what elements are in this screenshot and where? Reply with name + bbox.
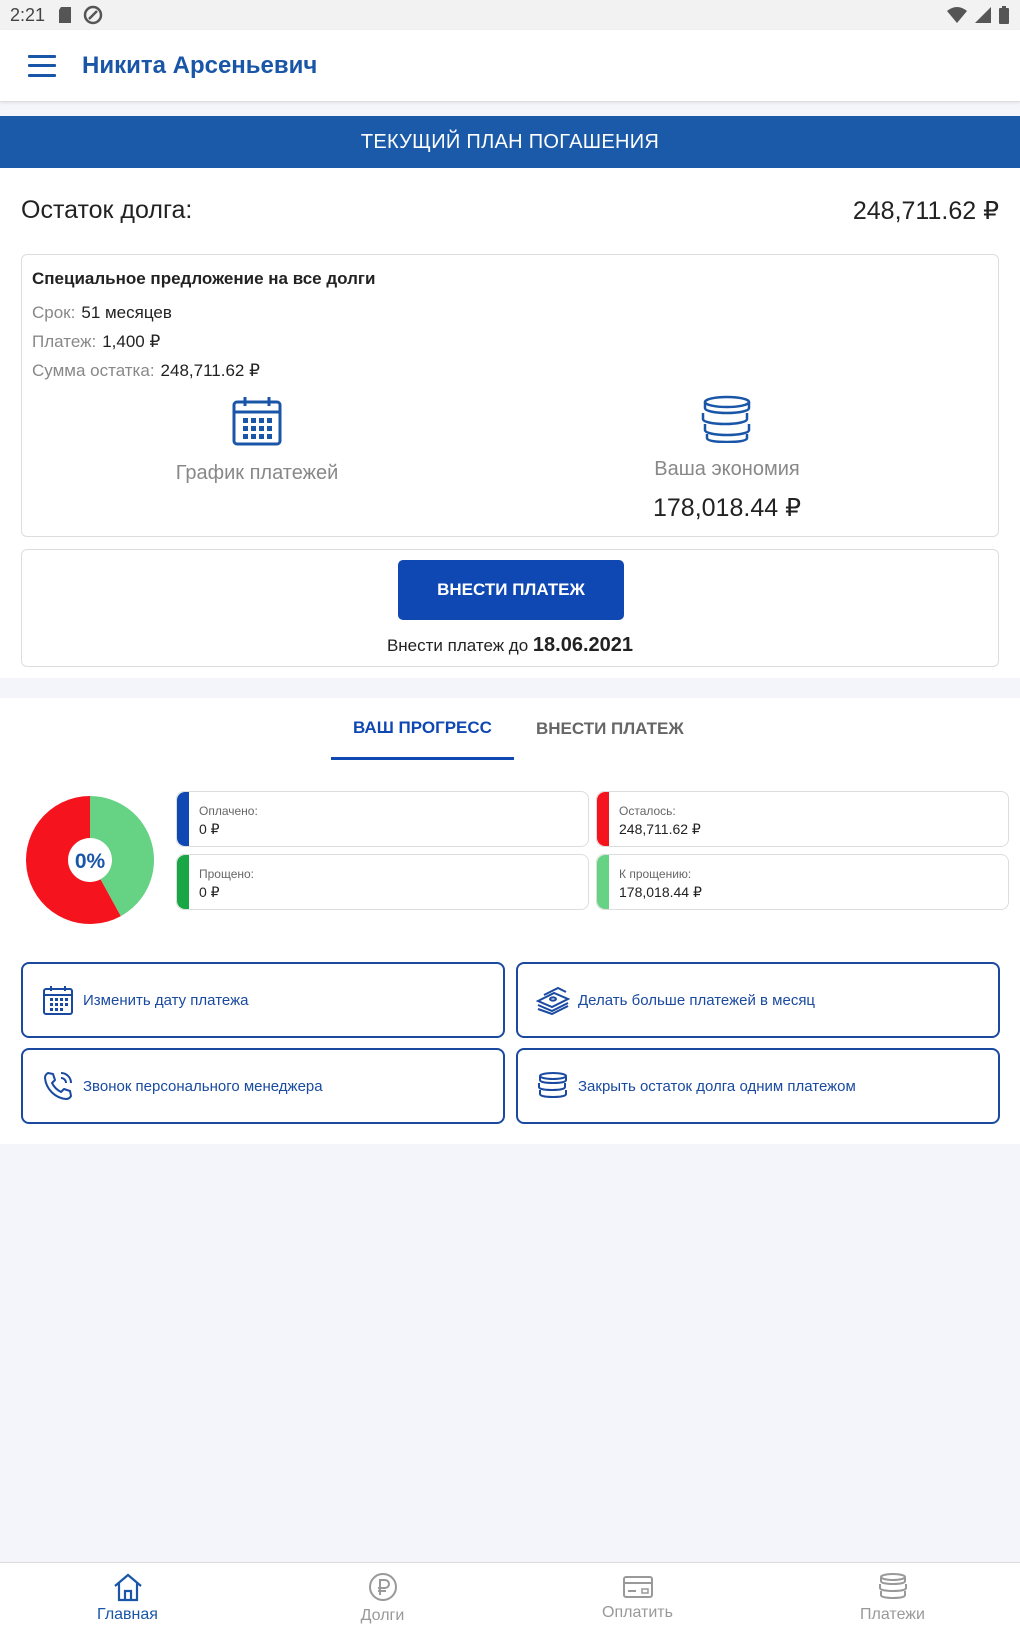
stat-to-forgive-bar [597, 855, 609, 909]
stat-remaining-bar [597, 792, 609, 846]
nav-home[interactable]: Главная [0, 1563, 255, 1632]
app-bar: Никита Арсеньевич [0, 30, 1020, 102]
payment-due-prefix: Внести платеж до [386, 636, 529, 655]
nav-debts-label: Долги [360, 1606, 405, 1624]
money-stack-icon [536, 986, 570, 1015]
status-time: 2:21 [10, 4, 46, 25]
payment-due-date: 18.06.2021 [532, 634, 634, 656]
savings-value: 178,018.44 ₽ [653, 494, 801, 522]
nav-pay-label: Оплатить [602, 1603, 673, 1621]
offer-balance: Сумма остатка: 248,711.62 ₽ [32, 361, 260, 381]
page-title: Никита Арсеньевич [82, 51, 318, 79]
schedule-label: График платежей [175, 462, 339, 484]
stat-remaining: Осталось: 248,711.62 ₽ [596, 791, 1009, 847]
offer-payment-label: Платеж: [32, 332, 97, 351]
stat-forgiven-value: 0 ₽ [199, 884, 220, 900]
bottom-nav: Главная Долги Оплатить Платежи [0, 1562, 1020, 1632]
close-debt-label: Закрыть остаток долга одним платежом [578, 1077, 856, 1095]
stat-remaining-value: 248,711.62 ₽ [619, 821, 701, 837]
stat-to-forgive: К прощению: 178,018.44 ₽ [596, 854, 1009, 910]
nav-payments-label: Платежи [860, 1605, 925, 1623]
offer-balance-label: Сумма остатка: [32, 361, 155, 380]
sync-icon [83, 5, 103, 25]
progress-percent: 0% [75, 850, 106, 873]
card-icon [622, 1575, 653, 1598]
savings-block: Ваша экономия 178,018.44 ₽ [577, 395, 877, 523]
pay-card: ВНЕСТИ ПЛАТЕЖ Внести платеж до 18.06.202… [21, 549, 999, 667]
offer-payment-value: 1,400 ₽ [102, 332, 161, 351]
stat-to-forgive-label: К прощению: [619, 867, 692, 881]
make-payment-button[interactable]: ВНЕСТИ ПЛАТЕЖ [398, 560, 624, 620]
signal-icon [975, 7, 991, 23]
payment-schedule-button[interactable]: График платежей [107, 395, 407, 485]
savings-label: Ваша экономия [654, 458, 800, 480]
nav-home-label: Главная [97, 1605, 158, 1623]
ruble-icon [368, 1572, 397, 1601]
offer-card: Специальное предложение на все долги Сро… [21, 254, 999, 537]
manager-call-label: Звонок персонального менеджера [83, 1077, 323, 1095]
offer-term-label: Срок: [32, 303, 76, 322]
debt-label: Остаток долга: [21, 196, 193, 224]
phone-icon [44, 1072, 72, 1100]
change-payment-date-label: Изменить дату платежа [83, 991, 249, 1009]
nav-debts[interactable]: Долги [255, 1563, 510, 1632]
coins-icon [701, 395, 751, 444]
more-payments-label: Делать больше платежей в месяц [578, 991, 816, 1009]
wifi-icon [947, 7, 967, 23]
offer-term-value: 51 месяцев [81, 303, 172, 322]
stat-forgiven-bar [177, 855, 189, 909]
manager-call-button[interactable]: Звонок персонального менеджера [21, 1048, 505, 1124]
calendar-icon [43, 986, 73, 1015]
offer-balance-value: 248,711.62 ₽ [160, 361, 260, 380]
progress-tabs: ВАШ ПРОГРЕСС ВНЕСТИ ПЛАТЕЖ [331, 698, 706, 760]
close-debt-button[interactable]: Закрыть остаток долга одним платежом [516, 1048, 1000, 1124]
debt-value: 248,711.62 ₽ [852, 197, 999, 225]
offer-payment: Платеж: 1,400 ₽ [32, 332, 160, 352]
payment-due: Внести платеж до 18.06.2021 [22, 634, 998, 657]
stat-forgiven-label: Прощено: [199, 867, 255, 881]
calendar-icon [232, 397, 282, 446]
stat-paid-label: Оплачено: [199, 804, 258, 818]
stat-paid-value: 0 ₽ [199, 821, 220, 837]
battery-icon [999, 6, 1009, 24]
nav-payments[interactable]: Платежи [765, 1563, 1020, 1632]
menu-icon[interactable] [28, 54, 56, 77]
stat-paid-bar [177, 792, 189, 846]
stat-forgiven: Прощено: 0 ₽ [176, 854, 589, 910]
offer-title: Специальное предложение на все долги [32, 269, 376, 288]
stat-remaining-label: Осталось: [619, 804, 676, 818]
status-bar: 2:21 [0, 0, 1020, 30]
tab-make-payment[interactable]: ВНЕСТИ ПЛАТЕЖ [514, 698, 706, 760]
stat-to-forgive-value: 178,018.44 ₽ [619, 884, 702, 900]
progress-donut-chart: 0% [25, 796, 155, 924]
sd-card-icon [59, 7, 72, 23]
debt-row: Остаток долга: 248,711.62 ₽ [21, 196, 999, 226]
change-payment-date-button[interactable]: Изменить дату платежа [21, 962, 505, 1038]
stat-paid: Оплачено: 0 ₽ [176, 791, 589, 847]
plan-banner: ТЕКУЩИЙ ПЛАН ПОГАШЕНИЯ [0, 116, 1020, 168]
offer-term: Срок: 51 месяцев [32, 303, 172, 323]
home-icon [113, 1573, 142, 1601]
tab-progress[interactable]: ВАШ ПРОГРЕСС [331, 698, 514, 760]
coins-icon [878, 1572, 907, 1599]
coins-icon [538, 1072, 567, 1099]
more-payments-button[interactable]: Делать больше платежей в месяц [516, 962, 1000, 1038]
nav-pay[interactable]: Оплатить [510, 1563, 765, 1632]
